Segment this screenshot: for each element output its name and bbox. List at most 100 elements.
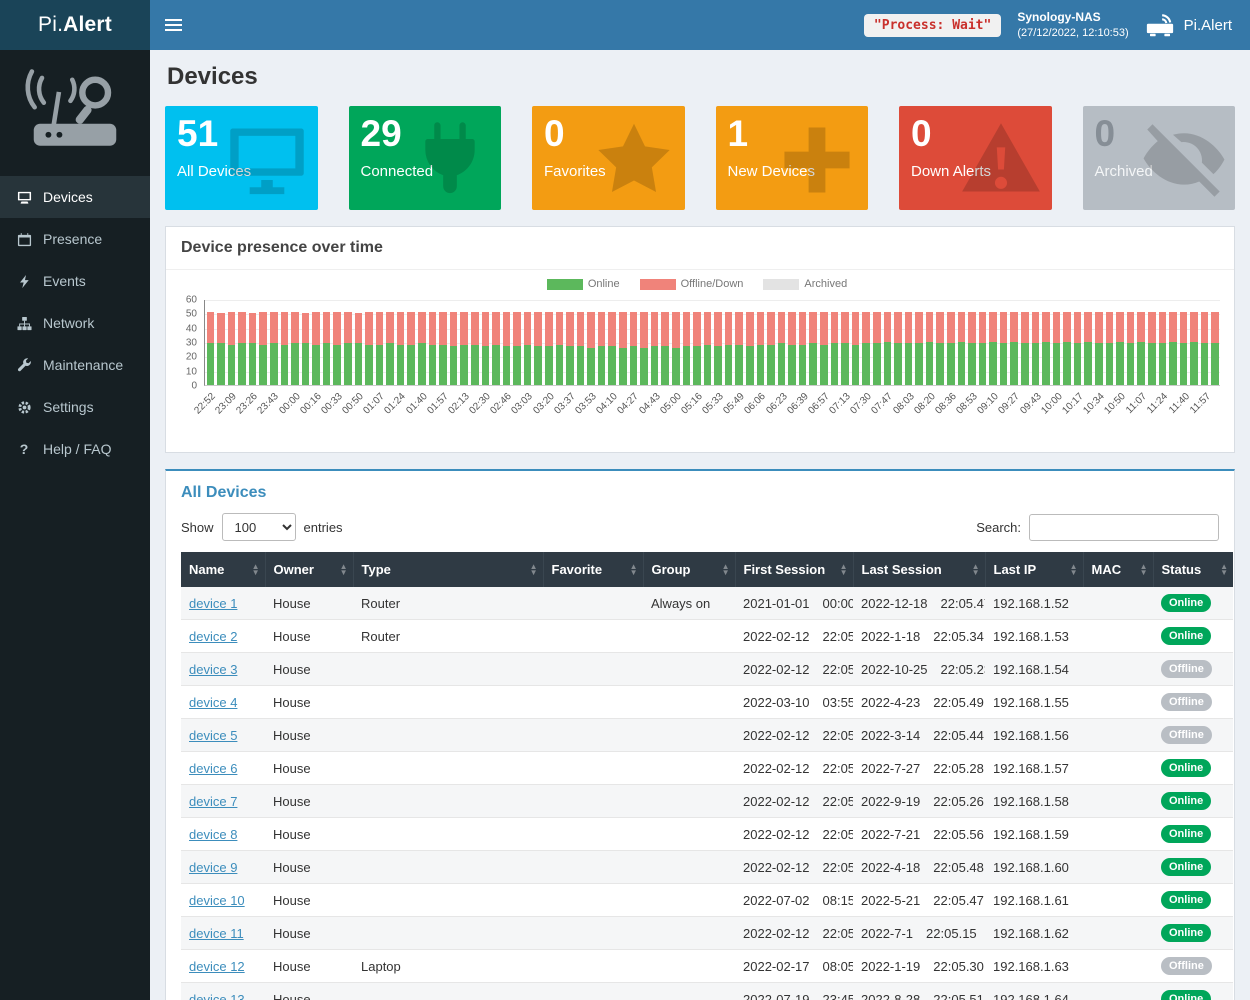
presence-bar bbox=[809, 312, 817, 385]
cell-type bbox=[353, 653, 543, 686]
cell-last-session: 2022-3-1422:05.44 bbox=[853, 719, 985, 752]
pialert-logo bbox=[0, 50, 150, 176]
sidebar-item-label: Help / FAQ bbox=[43, 441, 111, 457]
table-row: device 7House2022-02-1222:052022-9-1922:… bbox=[181, 785, 1233, 818]
device-link[interactable]: device 12 bbox=[189, 959, 245, 974]
stat-card-connected[interactable]: 29Connected bbox=[349, 106, 502, 210]
cell-group bbox=[643, 653, 735, 686]
cell-name: device 2 bbox=[181, 620, 265, 653]
device-link[interactable]: device 5 bbox=[189, 728, 237, 743]
cell-last-ip: 192.168.1.61 bbox=[985, 884, 1083, 917]
device-link[interactable]: device 2 bbox=[189, 629, 237, 644]
stat-card-new-devices[interactable]: 1New Devices bbox=[716, 106, 869, 210]
sidebar-item-maintenance[interactable]: Maintenance bbox=[0, 344, 150, 386]
column-header-last-session[interactable]: Last Session▲▼ bbox=[853, 552, 985, 587]
sidebar-item-network[interactable]: Network bbox=[0, 302, 150, 344]
presence-bar bbox=[534, 312, 542, 385]
presence-bar bbox=[598, 312, 606, 385]
sidebar-item-events[interactable]: Events bbox=[0, 260, 150, 302]
presence-bar bbox=[1032, 312, 1040, 385]
question-icon: ? bbox=[16, 441, 32, 457]
sidebar-item-help-faq[interactable]: ? Help / FAQ bbox=[0, 428, 150, 470]
cell-last-ip: 192.168.1.54 bbox=[985, 653, 1083, 686]
presence-bar bbox=[556, 312, 564, 385]
device-link[interactable]: device 11 bbox=[189, 926, 244, 941]
topbar-right: "Process: Wait" Synology-NAS (27/12/2022… bbox=[864, 0, 1250, 50]
column-header-favorite[interactable]: Favorite▲▼ bbox=[543, 552, 643, 587]
presence-bar bbox=[482, 312, 490, 385]
device-link[interactable]: device 9 bbox=[189, 860, 237, 875]
device-link[interactable]: device 10 bbox=[189, 893, 245, 908]
device-link[interactable]: device 3 bbox=[189, 662, 237, 677]
sidebar-item-settings[interactable]: Settings bbox=[0, 386, 150, 428]
presence-bar bbox=[831, 312, 839, 385]
column-header-name[interactable]: Name▲▼ bbox=[181, 552, 265, 587]
device-link[interactable]: device 6 bbox=[189, 761, 237, 776]
chart-x-axis: 22:5223:0923:2623:4300:0000:1600:3300:50… bbox=[204, 388, 1220, 440]
column-header-group[interactable]: Group▲▼ bbox=[643, 552, 735, 587]
column-header-last-ip[interactable]: Last IP▲▼ bbox=[985, 552, 1083, 587]
sidebar-item-presence[interactable]: Presence bbox=[0, 218, 150, 260]
device-link[interactable]: device 13 bbox=[189, 992, 245, 1000]
sidebar-toggle-icon[interactable] bbox=[150, 0, 196, 50]
cell-name: device 3 bbox=[181, 653, 265, 686]
presence-bar bbox=[545, 312, 553, 385]
table-row: device 10House2022-07-0208:152022-5-2122… bbox=[181, 884, 1233, 917]
presence-bar bbox=[418, 312, 426, 385]
cell-name: device 10 bbox=[181, 884, 265, 917]
device-link[interactable]: device 8 bbox=[189, 827, 237, 842]
search-input[interactable] bbox=[1029, 514, 1219, 541]
app-logo[interactable]: Pi.Alert bbox=[0, 0, 150, 50]
cell-first-session: 2022-02-1222:05 bbox=[735, 851, 853, 884]
stat-card-all-devices[interactable]: 51All Devices bbox=[165, 106, 318, 210]
cell-last-session: 2022-1-1922:05.30 bbox=[853, 950, 985, 983]
stat-card-down-alerts[interactable]: 0Down Alerts bbox=[899, 106, 1052, 210]
nas-device-icon bbox=[1145, 13, 1175, 37]
presence-bar bbox=[270, 312, 278, 385]
status-badge: Online bbox=[1161, 792, 1211, 810]
legend-swatch bbox=[547, 279, 583, 290]
cell-last-session: 2022-10-2522:05.23 bbox=[853, 653, 985, 686]
stat-card-archived[interactable]: 0Archived bbox=[1083, 106, 1236, 210]
column-header-type[interactable]: Type▲▼ bbox=[353, 552, 543, 587]
cell-type: Router bbox=[353, 587, 543, 620]
cell-name: device 9 bbox=[181, 851, 265, 884]
column-header-owner[interactable]: Owner▲▼ bbox=[265, 552, 353, 587]
stat-card-favorites[interactable]: 0Favorites bbox=[532, 106, 685, 210]
sidebar: DevicesPresenceEventsNetworkMaintenanceS… bbox=[0, 50, 150, 1000]
cell-favorite bbox=[543, 917, 643, 950]
cell-group bbox=[643, 818, 735, 851]
cell-last-ip: 192.168.1.63 bbox=[985, 950, 1083, 983]
presence-bar bbox=[735, 312, 743, 385]
table-row: device 1HouseRouterAlways on2021-01-0100… bbox=[181, 587, 1233, 620]
presence-bar bbox=[767, 312, 775, 385]
cell-last-ip: 192.168.1.59 bbox=[985, 818, 1083, 851]
cell-name: device 11 bbox=[181, 917, 265, 950]
calendar-icon bbox=[16, 231, 32, 247]
bolt-icon bbox=[16, 273, 32, 289]
cell-last-session: 2022-4-2322:05.49 bbox=[853, 686, 985, 719]
device-link[interactable]: device 4 bbox=[189, 695, 237, 710]
gear-icon bbox=[16, 399, 32, 415]
entries-select[interactable]: 100 bbox=[222, 513, 296, 541]
cell-mac bbox=[1083, 752, 1153, 785]
sort-icon: ▲▼ bbox=[1070, 564, 1078, 576]
presence-bar bbox=[344, 312, 352, 385]
device-link[interactable]: device 1 bbox=[189, 596, 237, 611]
sidebar-item-devices[interactable]: Devices bbox=[0, 176, 150, 218]
cell-favorite bbox=[543, 851, 643, 884]
cell-last-ip: 192.168.1.56 bbox=[985, 719, 1083, 752]
cell-mac bbox=[1083, 587, 1153, 620]
column-header-first-session[interactable]: First Session▲▼ bbox=[735, 552, 853, 587]
presence-bar bbox=[471, 312, 479, 385]
column-label: Type bbox=[362, 562, 391, 577]
presence-bar bbox=[1042, 312, 1050, 385]
column-header-mac[interactable]: MAC▲▼ bbox=[1083, 552, 1153, 587]
cell-mac bbox=[1083, 851, 1153, 884]
column-label: MAC bbox=[1092, 562, 1122, 577]
device-link[interactable]: device 7 bbox=[189, 794, 237, 809]
presence-bar bbox=[672, 312, 680, 385]
presence-bar bbox=[407, 312, 415, 385]
column-header-status[interactable]: Status▲▼ bbox=[1153, 552, 1233, 587]
presence-bar bbox=[799, 312, 807, 385]
